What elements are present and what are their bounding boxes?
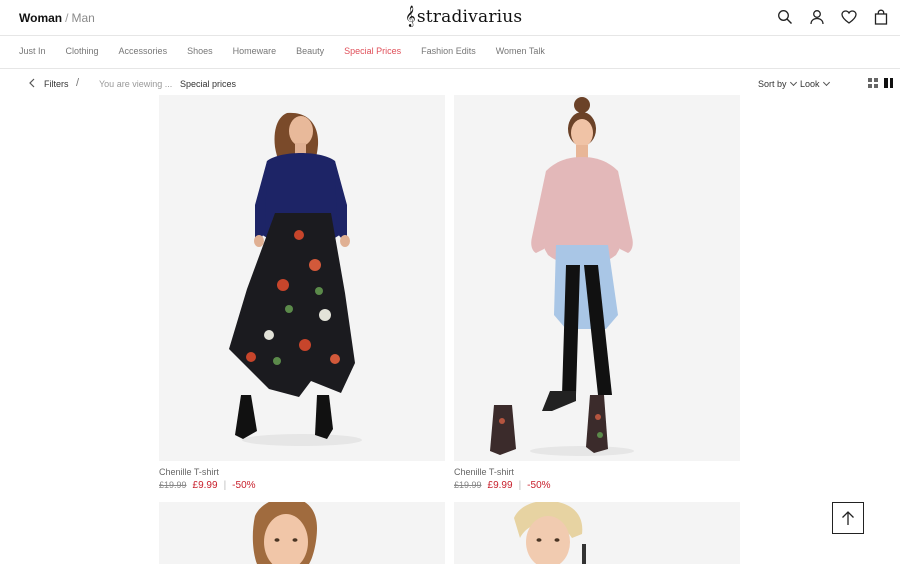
product-card[interactable]: Chenille T-shirt £19.99 £9.99 | -50%: [454, 95, 740, 495]
product-prices: £19.99 £9.99 | -50%: [454, 480, 551, 491]
model-photo-portrait: [159, 502, 445, 564]
gender-switch: Woman / Man: [19, 11, 95, 25]
price-divider: |: [518, 480, 522, 491]
original-price: £19.99: [159, 480, 187, 490]
nav-item-fashion-edits[interactable]: Fashion Edits: [421, 46, 476, 56]
nav-item-beauty[interactable]: Beauty: [296, 46, 324, 56]
discount-badge: -50%: [232, 480, 256, 491]
model-photo-blonde-portrait: [454, 502, 740, 564]
category-nav: Just In Clothing Accessories Shoes Homew…: [0, 36, 900, 69]
nav-item-homeware[interactable]: Homeware: [233, 46, 277, 56]
viewing-value: Special prices: [180, 79, 237, 89]
product-card[interactable]: [454, 502, 740, 564]
back-to-top-button[interactable]: [832, 502, 864, 534]
stradivarius-logo[interactable]: 𝄞stradivarius: [405, 6, 522, 27]
heart-icon[interactable]: [839, 8, 858, 26]
grid-view-icon[interactable]: [868, 78, 878, 88]
price-divider: |: [223, 480, 227, 491]
gender-separator: /: [65, 11, 69, 25]
logo-text: stradivarius: [416, 7, 523, 27]
product-card[interactable]: [159, 502, 445, 564]
filters-button[interactable]: Filters: [44, 79, 69, 89]
nav-item-shoes[interactable]: Shoes: [187, 46, 213, 56]
sale-price: £9.99: [487, 480, 513, 491]
chevron-down-icon: [822, 78, 830, 87]
nav-item-special-prices[interactable]: Special Prices: [344, 46, 401, 56]
nav-item-clothing[interactable]: Clothing: [66, 46, 99, 56]
nav-item-just-in[interactable]: Just In: [19, 46, 46, 56]
model-photo-pink-sweater: [454, 95, 740, 461]
product-image[interactable]: [454, 502, 740, 564]
product-image[interactable]: [159, 95, 445, 461]
user-icon[interactable]: [807, 8, 826, 26]
chevron-down-icon: [789, 78, 797, 87]
woman-link[interactable]: Woman: [19, 11, 62, 25]
model-photo-floral-skirt: [159, 95, 445, 461]
chevron-left-icon[interactable]: [28, 78, 36, 88]
category-list: Just In Clothing Accessories Shoes Homew…: [19, 46, 565, 56]
product-card[interactable]: Chenille T-shirt £19.99 £9.99 | -50%: [159, 95, 445, 495]
bag-icon[interactable]: [871, 8, 890, 26]
look-dropdown[interactable]: Look: [800, 78, 830, 89]
two-column-view-icon[interactable]: [884, 78, 893, 88]
product-image[interactable]: [454, 95, 740, 461]
sale-price: £9.99: [192, 480, 218, 491]
search-icon[interactable]: [775, 8, 794, 26]
nav-item-accessories[interactable]: Accessories: [119, 46, 168, 56]
sort-by-dropdown[interactable]: Sort by: [758, 78, 797, 89]
product-name[interactable]: Chenille T-shirt: [159, 467, 219, 477]
sort-by-label: Sort by: [758, 79, 787, 89]
filter-separator: /: [76, 77, 80, 89]
look-label: Look: [800, 79, 820, 89]
arrow-up-icon: [842, 511, 854, 525]
logo-clef-icon: 𝄞: [405, 6, 416, 27]
site-header: Woman / Man 𝄞stradivarius: [0, 0, 900, 36]
viewing-label: You are viewing ...: [99, 79, 173, 89]
product-image[interactable]: [159, 502, 445, 564]
man-link[interactable]: Man: [71, 11, 94, 25]
product-name[interactable]: Chenille T-shirt: [454, 467, 514, 477]
filter-bar: Filters / You are viewing ... Special pr…: [0, 70, 900, 96]
discount-badge: -50%: [527, 480, 551, 491]
nav-item-women-talk[interactable]: Women Talk: [496, 46, 545, 56]
product-prices: £19.99 £9.99 | -50%: [159, 480, 256, 491]
original-price: £19.99: [454, 480, 482, 490]
header-icons: [775, 8, 890, 26]
